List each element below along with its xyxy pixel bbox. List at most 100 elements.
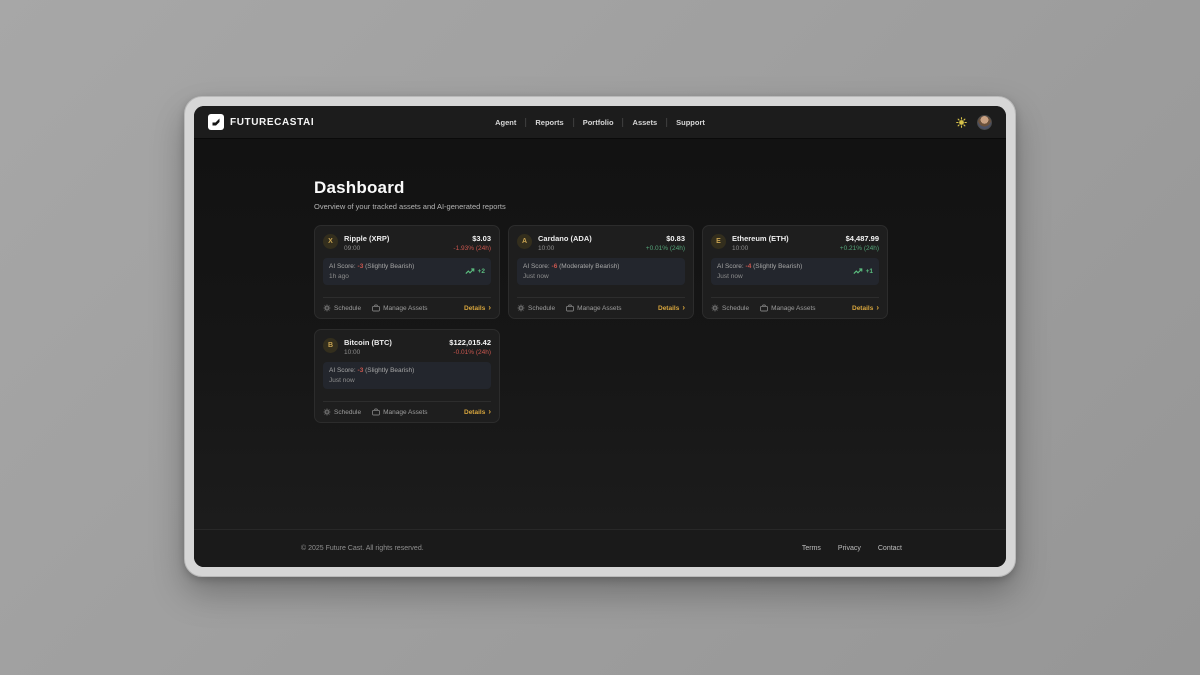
manage-assets-label: Manage Assets: [383, 305, 427, 312]
card-actions: Schedule Manage Assets Details: [323, 401, 491, 416]
device-frame: FUTURECASTAI Agent Reports Portfolio Ass…: [184, 96, 1016, 577]
details-button[interactable]: Details ›: [464, 304, 491, 312]
ai-score-sentiment: (Moderately Bearish): [559, 263, 619, 270]
nav-item-support[interactable]: Support: [676, 118, 705, 127]
manage-assets-button[interactable]: Manage Assets: [372, 304, 427, 312]
asset-card-bitcoin: B Bitcoin (BTC) 10:00 $122,015.42 -0.01%…: [314, 329, 500, 423]
nav-item-agent[interactable]: Agent: [495, 118, 516, 127]
chevron-right-icon: ›: [876, 304, 879, 312]
manage-assets-button[interactable]: Manage Assets: [760, 304, 815, 312]
asset-price: $3.03: [453, 234, 491, 243]
asset-initial-badge: A: [517, 234, 532, 249]
manage-assets-label: Manage Assets: [383, 409, 427, 416]
ai-score-label: AI Score:: [329, 263, 356, 270]
details-button[interactable]: Details ›: [464, 408, 491, 416]
asset-time: 10:00: [344, 349, 392, 356]
ai-score-row: AI Score: -3 (Slightly Bearish) Just now: [323, 362, 491, 389]
gear-icon: [323, 304, 331, 312]
sun-icon[interactable]: [956, 117, 967, 128]
details-button[interactable]: Details ›: [658, 304, 685, 312]
app-window: FUTURECASTAI Agent Reports Portfolio Ass…: [194, 106, 1006, 567]
page-subtitle: Overview of your tracked assets and AI-g…: [314, 202, 1006, 211]
details-label: Details: [852, 305, 873, 312]
manage-assets-button[interactable]: Manage Assets: [372, 408, 427, 416]
ai-score-row: AI Score: -6 (Moderately Bearish) Just n…: [517, 258, 685, 285]
nav-item-reports[interactable]: Reports: [535, 118, 563, 127]
main-nav: Agent Reports Portfolio Assets Support: [495, 106, 705, 138]
ai-score-row: AI Score: -4 (Slightly Bearish) Just now: [711, 258, 879, 285]
asset-name: Ethereum (ETH): [732, 234, 789, 243]
gear-icon: [323, 408, 331, 416]
asset-price: $4,487.99: [840, 234, 879, 243]
nav-separator: [623, 118, 624, 127]
asset-time: 10:00: [538, 245, 592, 252]
asset-price: $0.83: [646, 234, 685, 243]
copyright-text: © 2025 Future Cast. All rights reserved.: [301, 545, 424, 552]
ai-score-value: -3: [358, 367, 364, 374]
page-title: Dashboard: [314, 178, 1006, 198]
schedule-button[interactable]: Schedule: [323, 304, 361, 312]
ai-score-sentiment: (Slightly Bearish): [365, 263, 414, 270]
asset-time: 09:00: [344, 245, 389, 252]
trend-badge: +2: [465, 268, 485, 275]
footer-link-terms[interactable]: Terms: [802, 545, 821, 552]
asset-time: 10:00: [732, 245, 789, 252]
trend-value: +2: [478, 268, 485, 275]
card-header: E Ethereum (ETH) 10:00 $4,487.99 +0.21% …: [711, 234, 879, 252]
schedule-button[interactable]: Schedule: [323, 408, 361, 416]
trend-badge: +1: [853, 268, 873, 275]
brand: FUTURECASTAI: [208, 114, 314, 130]
nav-item-assets[interactable]: Assets: [633, 118, 658, 127]
chevron-right-icon: ›: [488, 408, 491, 416]
schedule-label: Schedule: [334, 409, 361, 416]
asset-name: Bitcoin (BTC): [344, 338, 392, 347]
schedule-button[interactable]: Schedule: [711, 304, 749, 312]
gear-icon: [517, 304, 525, 312]
footer-link-contact[interactable]: Contact: [878, 545, 902, 552]
details-button[interactable]: Details ›: [852, 304, 879, 312]
nav-separator: [573, 118, 574, 127]
page-background: FUTURECASTAI Agent Reports Portfolio Ass…: [0, 0, 1200, 675]
asset-name: Cardano (ADA): [538, 234, 592, 243]
asset-card-cardano: A Cardano (ADA) 10:00 $0.83 +0.01% (24h): [508, 225, 694, 319]
app-footer: © 2025 Future Cast. All rights reserved.…: [194, 529, 1006, 567]
app-header: FUTURECASTAI Agent Reports Portfolio Ass…: [194, 106, 1006, 139]
ai-score-value: -4: [746, 263, 752, 270]
asset-card-ripple: X Ripple (XRP) 09:00 $3.03 -1.93% (24h): [314, 225, 500, 319]
asset-initial-badge: X: [323, 234, 338, 249]
briefcase-icon: [372, 304, 380, 312]
schedule-button[interactable]: Schedule: [517, 304, 555, 312]
gear-icon: [711, 304, 719, 312]
ai-score-sentiment: (Slightly Bearish): [365, 367, 414, 374]
brand-name: FUTURECASTAI: [230, 117, 314, 128]
ai-score-updated: Just now: [523, 273, 619, 280]
briefcase-icon: [760, 304, 768, 312]
manage-assets-label: Manage Assets: [577, 305, 621, 312]
card-actions: Schedule Manage Assets Details: [517, 297, 685, 312]
asset-card-ethereum: E Ethereum (ETH) 10:00 $4,487.99 +0.21% …: [702, 225, 888, 319]
asset-name: Ripple (XRP): [344, 234, 389, 243]
details-label: Details: [464, 409, 485, 416]
card-actions: Schedule Manage Assets Details: [323, 297, 491, 312]
footer-links: Terms Privacy Contact: [802, 545, 902, 552]
manage-assets-button[interactable]: Manage Assets: [566, 304, 621, 312]
chevron-right-icon: ›: [488, 304, 491, 312]
footer-link-privacy[interactable]: Privacy: [838, 545, 861, 552]
briefcase-icon: [566, 304, 574, 312]
nav-item-portfolio[interactable]: Portfolio: [583, 118, 614, 127]
manage-assets-label: Manage Assets: [771, 305, 815, 312]
asset-change: -1.93% (24h): [453, 245, 491, 252]
card-header: B Bitcoin (BTC) 10:00 $122,015.42 -0.01%…: [323, 338, 491, 356]
asset-price: $122,015.42: [449, 338, 491, 347]
schedule-label: Schedule: [334, 305, 361, 312]
details-label: Details: [464, 305, 485, 312]
trending-up-icon: [465, 268, 475, 275]
ai-score-row: AI Score: -3 (Slightly Bearish) 1h ago: [323, 258, 491, 285]
dashboard-main: Dashboard Overview of your tracked asset…: [194, 139, 1006, 529]
details-label: Details: [658, 305, 679, 312]
ai-score-label: AI Score:: [717, 263, 744, 270]
brand-logo-icon: [208, 114, 224, 130]
card-header: X Ripple (XRP) 09:00 $3.03 -1.93% (24h): [323, 234, 491, 252]
card-header: A Cardano (ADA) 10:00 $0.83 +0.01% (24h): [517, 234, 685, 252]
user-avatar[interactable]: [977, 115, 992, 130]
